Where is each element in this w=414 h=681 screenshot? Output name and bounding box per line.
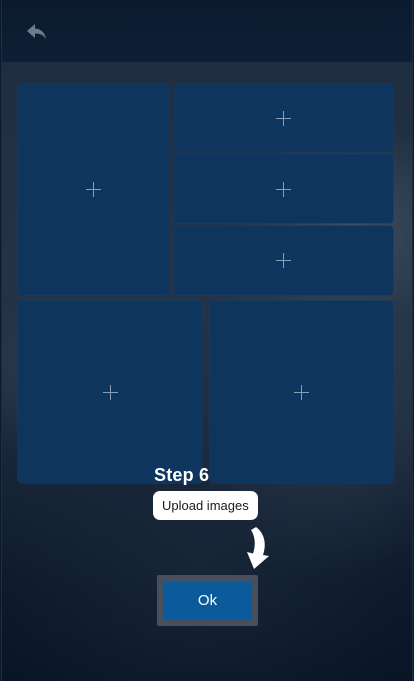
back-arrow-icon	[27, 24, 46, 39]
top-bar	[2, 0, 412, 62]
ok-button-frame: Ok	[157, 575, 258, 626]
plus-icon	[86, 182, 101, 197]
plus-icon	[294, 384, 309, 400]
tooltip-upload-images: Upload images	[153, 491, 258, 520]
plus-icon	[276, 181, 291, 197]
image-slot-4[interactable]	[174, 226, 393, 295]
image-slot-5[interactable]	[18, 301, 202, 483]
image-slot-3[interactable]	[174, 155, 393, 223]
plus-icon	[276, 253, 291, 268]
ok-button[interactable]: Ok	[163, 582, 252, 619]
image-slot-1[interactable]	[18, 84, 169, 295]
back-button[interactable]	[22, 18, 52, 46]
plus-icon	[102, 384, 118, 400]
image-slot-2[interactable]	[174, 84, 393, 152]
image-slot-6[interactable]	[210, 301, 393, 483]
app-screen: Step 6 Upload images Ok	[1, 0, 413, 681]
step-title: Step 6	[154, 465, 210, 485]
curved-arrow-down-icon	[247, 527, 269, 569]
plus-icon	[276, 110, 291, 126]
